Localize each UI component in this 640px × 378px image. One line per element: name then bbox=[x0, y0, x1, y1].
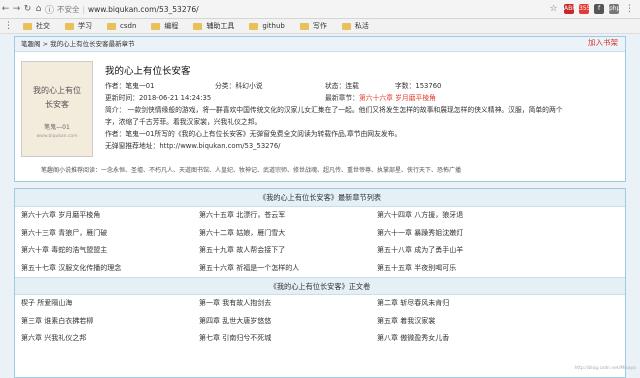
bookmark-folder[interactable]: 社交 bbox=[23, 21, 50, 31]
chapter-link[interactable]: 第六十五章 北漂行，苍云军 bbox=[199, 207, 377, 225]
chapter-link[interactable]: 第六十三章 青狼尸，雁门破 bbox=[21, 225, 199, 243]
bookmark-folder[interactable]: 学习 bbox=[65, 21, 92, 31]
bookmark-label: 辅助工具 bbox=[206, 21, 234, 31]
355-icon[interactable]: 355 bbox=[579, 4, 589, 14]
bookmark-folder[interactable]: 私活 bbox=[342, 21, 369, 31]
bookmark-label: 编程 bbox=[164, 21, 178, 31]
folder-icon bbox=[193, 23, 202, 30]
bookmark-folder[interactable]: csdn bbox=[107, 22, 136, 30]
book-category: 分类：科幻小说 bbox=[215, 80, 325, 92]
folder-icon bbox=[342, 23, 351, 30]
book-updated: 更新时间：2018-06-21 14:24:35 bbox=[105, 92, 325, 104]
latest-label: 最新章节： bbox=[325, 92, 359, 104]
latest-chapter-link[interactable]: 第六十六章 岁月磨平棱角 bbox=[359, 92, 436, 104]
folder-icon bbox=[65, 23, 74, 30]
folder-icon bbox=[23, 23, 32, 30]
book-author-note: 作者：笔鬼一01所写的《我的心上有位长安客》无弹窗免费全文阅读为转载作品,章节由… bbox=[105, 128, 575, 140]
toc-header: 《我的心上有位长安客》正文卷 bbox=[15, 277, 625, 295]
bookmark-folder[interactable]: 写作 bbox=[300, 21, 327, 31]
chapter-link[interactable]: 第三章 谁素白衣拂若柳 bbox=[21, 313, 199, 331]
book-info-box: 笔趣阁 > 我的心上有位长安客最新章节 加入书架 我的心上有位长安客 笔鬼—01… bbox=[14, 36, 626, 182]
chapter-link[interactable]: 第六十二章 姑娘，雁门雪大 bbox=[199, 225, 377, 243]
bookmark-label: 学习 bbox=[78, 21, 92, 31]
bookmark-label: 写作 bbox=[313, 21, 327, 31]
watermark: http://blog.csdn.net/Misaya bbox=[575, 366, 636, 371]
f-icon[interactable]: f bbox=[594, 4, 604, 14]
info-icon[interactable]: ⓘ bbox=[44, 3, 55, 16]
bookmark-folder[interactable]: 编程 bbox=[151, 21, 178, 31]
chapter-link[interactable]: 第六十六章 岁月磨平棱角 bbox=[21, 207, 199, 225]
chapter-link[interactable]: 第五十七章 汉服文化传播的理念 bbox=[21, 260, 199, 278]
chapter-link[interactable]: 第六十一章 暴躁秀姐沈嫩灯 bbox=[377, 225, 555, 243]
chapter-link[interactable]: 第六章 兴我礼仪之邦 bbox=[21, 330, 199, 348]
folder-icon bbox=[151, 23, 160, 30]
latest-chapters-header: 《我的心上有位长安客》最新章节列表 bbox=[15, 189, 625, 207]
chapter-link[interactable]: 第五十六章 祈福是一个怎样的人 bbox=[199, 260, 377, 278]
chapter-link[interactable]: 第五章 着我汉家裳 bbox=[377, 313, 555, 331]
cover-author: 笔鬼—01 bbox=[22, 122, 92, 131]
bookmark-label: 社交 bbox=[36, 21, 50, 31]
chapter-link[interactable]: 第一章 我有故人抱剑去 bbox=[199, 295, 377, 313]
toc-chapters: 楔子 所爱隔山海 第一章 我有故人抱剑去 第二章 斩尽春风未肯归 第三章 谁素白… bbox=[15, 295, 625, 348]
reload-icon[interactable]: ↻ bbox=[22, 4, 33, 14]
chapter-link[interactable]: 楔子 所爱隔山海 bbox=[21, 295, 199, 313]
apps-icon[interactable]: ⋮ bbox=[3, 21, 14, 31]
folder-icon bbox=[107, 23, 116, 30]
breadcrumb[interactable]: 笔趣阁 > 我的心上有位长安客最新章节 bbox=[15, 37, 625, 52]
menu-icon[interactable]: ⋮ bbox=[624, 4, 635, 14]
chapter-link[interactable]: 第二章 斩尽春风未肯归 bbox=[377, 295, 555, 313]
chapter-link[interactable]: 第八章 傲微盈秀女儿香 bbox=[377, 330, 555, 348]
chapter-link[interactable]: 第五十五章 半夜别喝可乐 bbox=[377, 260, 555, 278]
book-info: 我的心上有位长安客 作者：笔鬼一01 分类：科幻小说 状态：连载 字数：1537… bbox=[105, 63, 565, 152]
folder-icon bbox=[249, 23, 258, 30]
php-icon[interactable]: php bbox=[609, 4, 619, 14]
forward-icon[interactable]: → bbox=[11, 4, 22, 14]
add-to-bookshelf-link[interactable]: 加入书架 bbox=[588, 37, 618, 48]
address-bar: ← → ↻ ⌂ ⓘ 不安全 | www.biqukan.com/53_53276… bbox=[0, 0, 640, 19]
chapter-list-box: 《我的心上有位长安客》最新章节列表 第六十六章 岁月磨平棱角 第六十五章 北漂行… bbox=[14, 188, 626, 378]
chapter-link[interactable]: 第五十八章 成为了勇手山羊 bbox=[377, 242, 555, 260]
hot-recommend: 笔趣阁小说推荐阅读：一念永恒、圣墟、不朽凡人、天道图书馆、人皇纪、牧神记、武道宗… bbox=[41, 165, 461, 174]
latest-chapters: 第六十六章 岁月磨平棱角 第六十五章 北漂行，苍云军 第六十四章 八方援，狼牙退… bbox=[15, 207, 625, 277]
share-url: 无弹窗推荐地址：http://www.biqukan.com/53_53276/ bbox=[105, 140, 575, 152]
cover-url: www.biqukan.com bbox=[22, 134, 92, 139]
bookmark-folder[interactable]: github bbox=[249, 22, 284, 30]
book-status: 状态：连载 bbox=[325, 80, 395, 92]
chapter-link[interactable]: 第六十章 毒蛇的浩气盟盟主 bbox=[21, 242, 199, 260]
bookmark-folder[interactable]: 辅助工具 bbox=[193, 21, 234, 31]
chapter-link[interactable]: 第六十四章 八方援，狼牙退 bbox=[377, 207, 555, 225]
url-input[interactable]: www.biqukan.com/53_53276/ bbox=[88, 5, 199, 14]
bookmark-label: csdn bbox=[120, 22, 136, 30]
book-title: 我的心上有位长安客 bbox=[105, 63, 565, 77]
bookmark-label: 私活 bbox=[355, 21, 369, 31]
bookmark-label: github bbox=[262, 22, 284, 30]
insecure-label[interactable]: 不安全 bbox=[57, 4, 80, 15]
star-icon[interactable]: ☆ bbox=[548, 4, 559, 14]
book-intro: 简介： 一款剑侠情缘般的游戏，将一群喜欢中国传统文化的汉家儿女汇集在了一起。他们… bbox=[105, 104, 575, 128]
folder-icon bbox=[300, 23, 309, 30]
book-author: 作者：笔鬼一01 bbox=[105, 80, 215, 92]
back-icon[interactable]: ← bbox=[0, 4, 11, 14]
cover-title: 我的心上有位长安客 bbox=[22, 84, 92, 112]
home-icon[interactable]: ⌂ bbox=[33, 4, 44, 14]
page-content: 笔趣阁 > 我的心上有位长安客最新章节 加入书架 我的心上有位长安客 笔鬼—01… bbox=[14, 36, 626, 378]
chapter-link[interactable]: 第五十九章 故人帮会接下了 bbox=[199, 242, 377, 260]
extensions: ☆ ABP 355 f php ⋮ bbox=[548, 4, 635, 14]
bookmarks-bar: ⋮ 社交 学习 csdn 编程 辅助工具 github 写作 私活 bbox=[0, 19, 640, 34]
book-words: 字数：153760 bbox=[395, 80, 441, 92]
book-cover: 我的心上有位长安客 笔鬼—01 www.biqukan.com bbox=[21, 61, 93, 157]
chapter-link[interactable]: 第四章 乱世大唐岁悠悠 bbox=[199, 313, 377, 331]
chapter-link[interactable]: 第七章 引南归兮不死城 bbox=[199, 330, 377, 348]
abp-icon[interactable]: ABP bbox=[564, 4, 574, 14]
